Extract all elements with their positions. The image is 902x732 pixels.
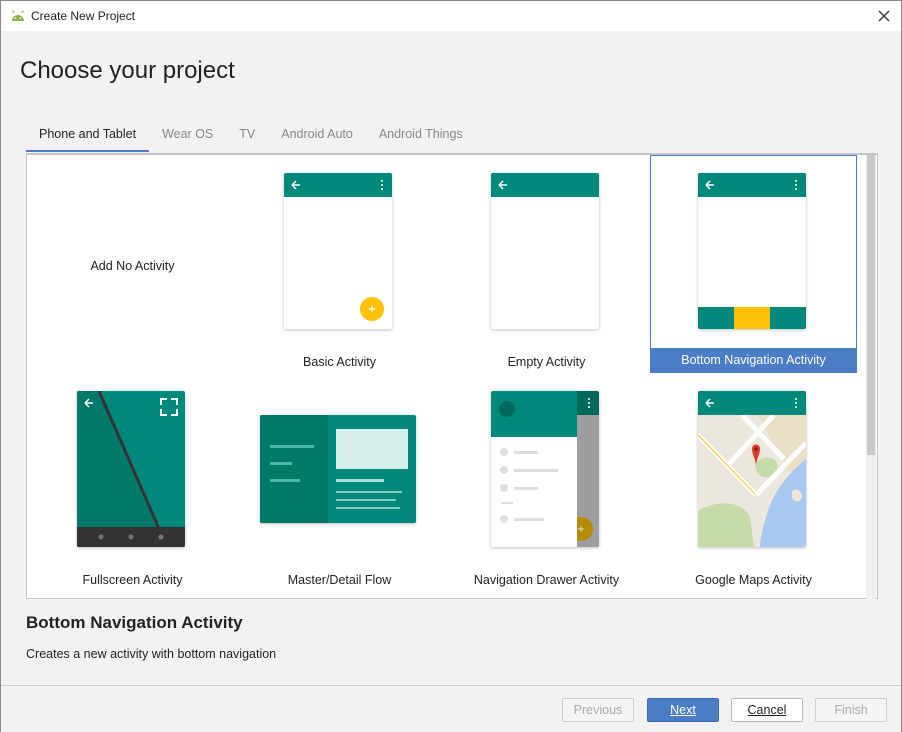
bottom-nav-preview [698, 173, 806, 329]
header: Choose your project [1, 31, 901, 116]
empty-activity-preview [491, 173, 599, 329]
template-label: Google Maps Activity [695, 573, 812, 587]
tab-bar: Phone and Tablet Wear OS TV Android Auto… [26, 117, 476, 153]
bottom-nav-selected-item [734, 307, 770, 329]
template-label: Basic Activity [303, 355, 376, 369]
dialog-footer: Previous Next Cancel Finish [1, 685, 901, 732]
master-detail-preview [260, 415, 416, 523]
fab-add-icon [360, 297, 384, 321]
template-fullscreen-activity[interactable]: Fullscreen Activity [29, 373, 236, 591]
map-graphic [698, 391, 806, 547]
template-label: Empty Activity [507, 355, 586, 369]
template-grid-scrollbar[interactable] [866, 155, 876, 599]
tab-phone-and-tablet[interactable]: Phone and Tablet [26, 117, 150, 152]
cancel-button-label: Cancel [747, 703, 787, 717]
description-text: Creates a new activity with bottom navig… [26, 647, 277, 661]
bottom-nav-bar [698, 307, 806, 329]
tab-android-things[interactable]: Android Things [366, 117, 476, 152]
create-project-dialog: Create New Project Choose your project P… [0, 0, 902, 732]
template-empty-activity[interactable]: Empty Activity [443, 155, 650, 373]
template-label: Bottom Navigation Activity [651, 348, 856, 372]
back-arrow-icon [705, 180, 797, 190]
tab-wear-os[interactable]: Wear OS [149, 117, 226, 152]
template-basic-activity[interactable]: Basic Activity [236, 155, 443, 373]
tab-tv[interactable]: TV [226, 117, 268, 152]
template-add-no-activity[interactable]: Add No Activity [29, 155, 236, 373]
template-master-detail-flow[interactable]: Master/Detail Flow [236, 373, 443, 591]
back-arrow-icon [498, 180, 507, 190]
cancel-button[interactable]: Cancel [731, 698, 803, 722]
template-label: Navigation Drawer Activity [473, 573, 620, 587]
scrollbar-thumb[interactable] [867, 155, 875, 455]
template-label: Fullscreen Activity [82, 573, 183, 587]
master-detail-graphic [260, 415, 408, 523]
nav-drawer-graphic [491, 391, 599, 547]
window-title: Create New Project [31, 9, 136, 23]
tab-android-auto[interactable]: Android Auto [268, 117, 366, 152]
fullscreen-graphic [77, 391, 185, 547]
template-label: Add No Activity [90, 259, 175, 273]
nav-drawer-preview [491, 391, 599, 547]
back-arrow-icon [291, 180, 383, 190]
description-title: Bottom Navigation Activity [26, 613, 243, 632]
android-icon [11, 10, 25, 21]
page-title: Choose your project [20, 57, 235, 84]
maps-preview [698, 391, 806, 547]
template-navigation-drawer-activity[interactable]: Navigation Drawer Activity [443, 373, 650, 591]
basic-activity-preview [284, 173, 392, 329]
finish-button[interactable]: Finish [815, 698, 887, 722]
template-bottom-navigation-activity[interactable]: Bottom Navigation Activity [650, 155, 857, 373]
fullscreen-preview [77, 391, 185, 547]
close-icon[interactable] [873, 5, 895, 27]
template-label: Master/Detail Flow [287, 573, 392, 587]
previous-button[interactable]: Previous [562, 698, 634, 722]
template-grid: Add No Activity Basic Activity Empty Act… [26, 153, 878, 599]
title-bar: Create New Project [1, 1, 901, 31]
template-google-maps-activity[interactable]: Google Maps Activity [650, 373, 857, 591]
next-button-label: Next [670, 703, 696, 717]
next-button[interactable]: Next [647, 698, 719, 722]
